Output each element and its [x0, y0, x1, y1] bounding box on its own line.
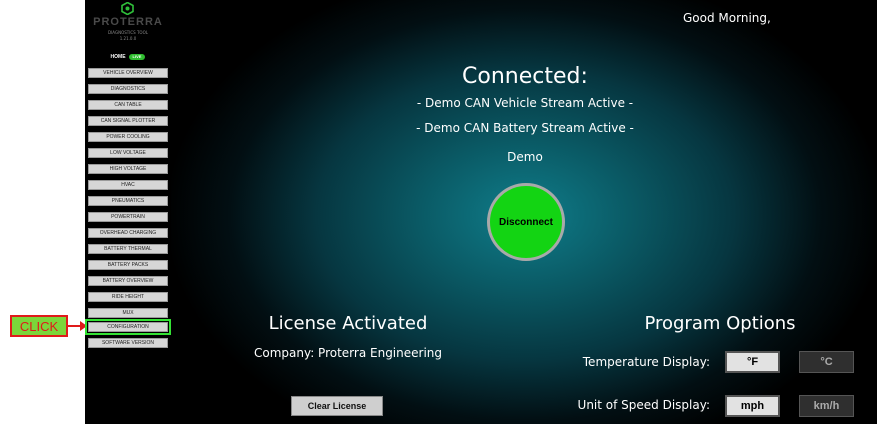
sidebar-item-vehicle-overview[interactable]: VEHICLE OVERVIEW	[88, 68, 168, 78]
proterra-logo: PROTERRA DIAGNOSTICS TOOL 1.21.0.0	[85, 0, 171, 48]
sidebar-item-hvac[interactable]: HVAC	[88, 180, 168, 190]
vehicle-stream-status: - Demo CAN Vehicle Stream Active -	[416, 96, 634, 110]
greeting-text: Good Morning,	[683, 11, 771, 25]
license-company: Company: Proterra Engineering	[253, 346, 443, 360]
sidebar-item-battery-overview[interactable]: BATTERY OVERVIEW	[88, 276, 168, 286]
license-title: License Activated	[268, 313, 428, 334]
battery-stream-status: - Demo CAN Battery Stream Active -	[416, 121, 634, 135]
sidebar-item-pneumatics[interactable]: PNEUMATICS	[88, 196, 168, 206]
connection-mode: Demo	[507, 150, 543, 164]
sidebar-item-powertrain[interactable]: POWERTRAIN	[88, 212, 168, 222]
sidebar-item-low-voltage[interactable]: LOW VOLTAGE	[88, 148, 168, 158]
sidebar-item-software-version[interactable]: SOFTWARE VERSION	[88, 338, 168, 348]
logo-subtitle: DIAGNOSTICS TOOL	[108, 30, 148, 35]
mph-button[interactable]: mph	[725, 395, 780, 417]
sidebar-item-diagnostics[interactable]: DIAGNOSTICS	[88, 84, 168, 94]
sidebar-item-home[interactable]: HOME Live	[88, 53, 168, 63]
logo-name: PROTERRA	[93, 16, 163, 28]
sidebar-item-power-cooling[interactable]: POWER COOLING	[88, 132, 168, 142]
sidebar-item-ride-height[interactable]: RIDE HEIGHT	[88, 292, 168, 302]
sidebar-item-battery-thermal[interactable]: BATTERY THERMAL	[88, 244, 168, 254]
sidebar-item-configuration[interactable]: CONFIGURATION	[85, 319, 171, 335]
kmh-button[interactable]: km/h	[799, 395, 854, 417]
sidebar-item-high-voltage[interactable]: HIGH VOLTAGE	[88, 164, 168, 174]
disconnect-button[interactable]: Disconnect	[487, 183, 565, 261]
fahrenheit-button[interactable]: °F	[725, 351, 780, 373]
sidebar-item-can-signal-plotter[interactable]: CAN SIGNAL PLOTTER	[88, 116, 168, 126]
program-options-title: Program Options	[644, 313, 796, 334]
connection-status-title: Connected:	[462, 64, 588, 89]
click-callout: CLICK	[10, 315, 68, 337]
speed-display-label: Unit of Speed Display:	[577, 398, 710, 412]
live-badge: Live	[128, 54, 146, 60]
sidebar-item-label: HOME	[110, 54, 126, 60]
sidebar-item-battery-packs[interactable]: BATTERY PACKS	[88, 260, 168, 270]
clear-license-button[interactable]: Clear License	[291, 396, 383, 416]
sidebar-item-mux[interactable]: MUX	[88, 308, 168, 318]
sidebar-item-overhead-charging[interactable]: OVERHEAD CHARGING	[88, 228, 168, 238]
celsius-button[interactable]: °C	[799, 351, 854, 373]
arrow-right-icon	[67, 321, 87, 331]
temperature-display-label: Temperature Display:	[582, 355, 710, 369]
proterra-logo-icon	[121, 2, 134, 15]
app-version: 1.21.0.0	[119, 36, 137, 41]
app-window: PROTERRA DIAGNOSTICS TOOL 1.21.0.0 HOME L…	[85, 0, 877, 424]
sidebar-item-can-table[interactable]: CAN TABLE	[88, 100, 168, 110]
sidebar: PROTERRA DIAGNOSTICS TOOL 1.21.0.0 HOME L…	[85, 0, 171, 424]
